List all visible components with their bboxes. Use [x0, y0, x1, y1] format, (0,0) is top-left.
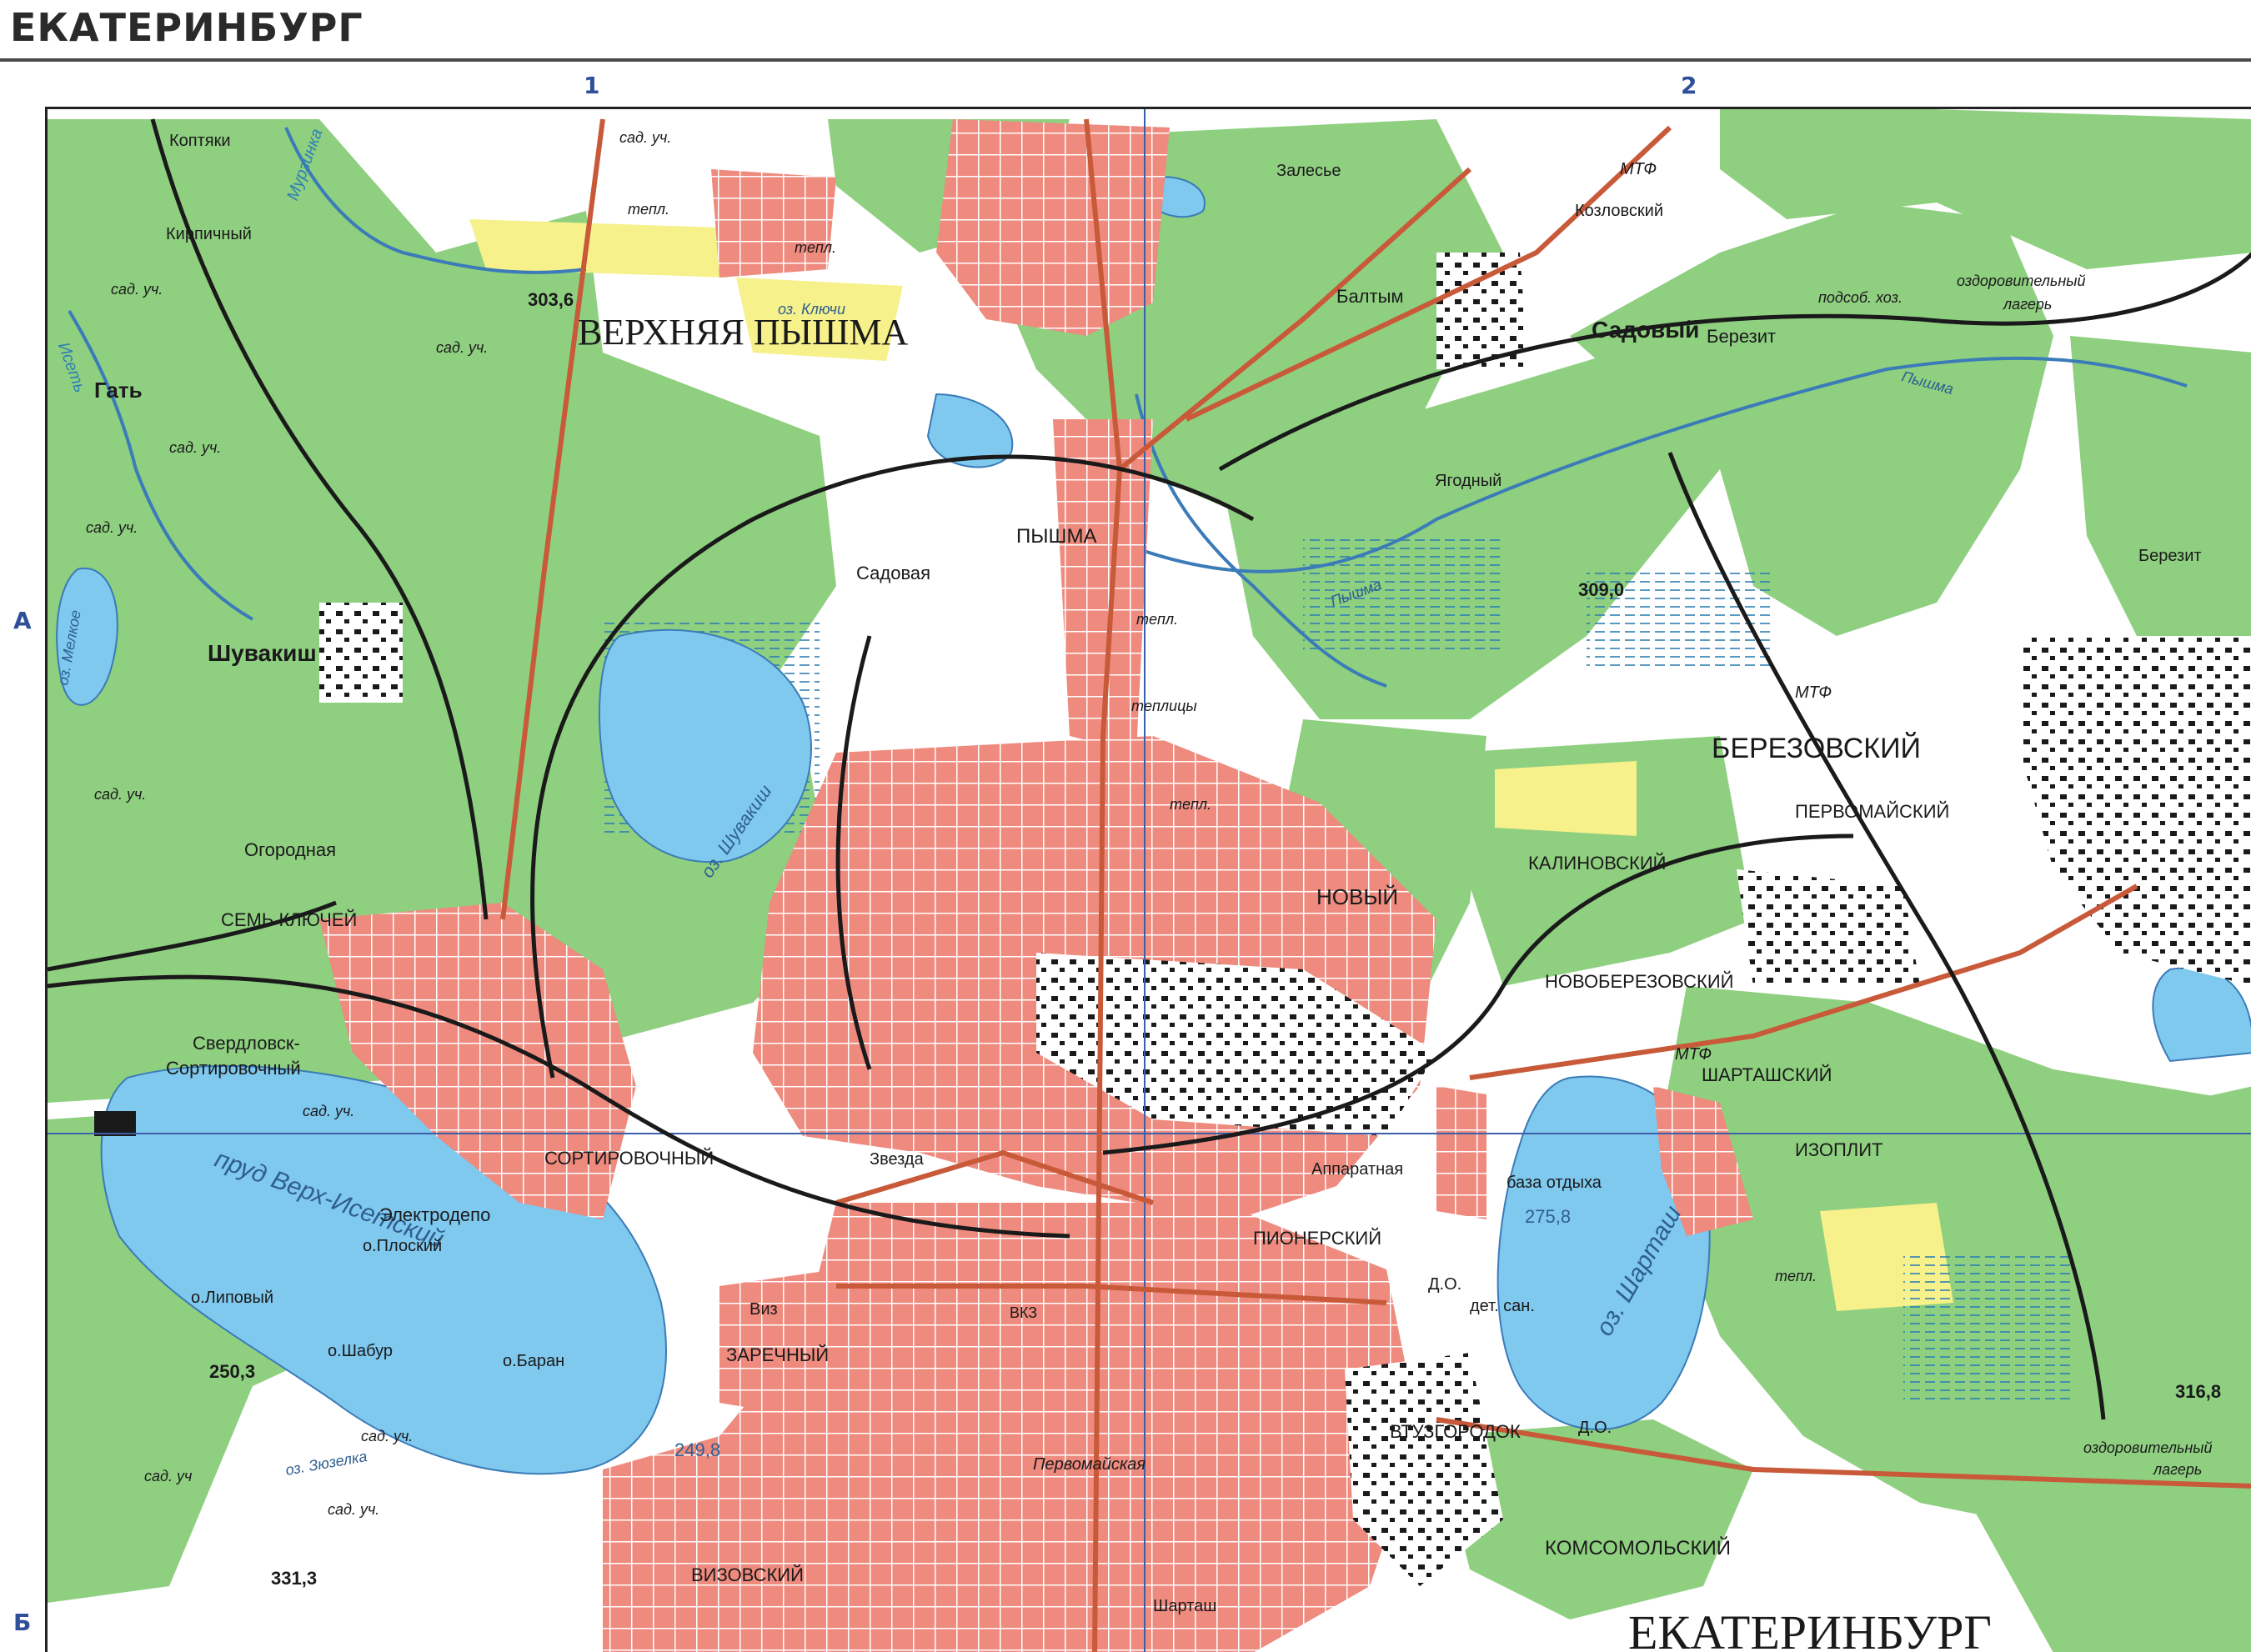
label-mtf-1: МТФ: [1620, 160, 1657, 178]
label-izoplit: ИЗОПЛИТ: [1795, 1139, 1883, 1160]
label-sadovaya: Садовая: [856, 563, 930, 583]
label-kirpichny: Кирпичный: [166, 225, 252, 243]
label-teppl-3: тепл.: [1136, 611, 1178, 628]
label-novoberezovsky: НОВОБЕРЕЗОВСКИЙ: [1545, 971, 1733, 992]
label-koptyaki: Коптяки: [169, 132, 231, 150]
label-o-lipovy: о.Липовый: [191, 1289, 273, 1307]
label-sortirovochny: СОРТИРОВОЧНЫЙ: [544, 1148, 714, 1169]
label-zvezda: Звезда: [870, 1150, 925, 1169]
label-sad-uch-8: сад. уч: [144, 1468, 192, 1484]
label-pervomayskaya: Первомайская: [1033, 1455, 1146, 1474]
label-height-331: 331,3: [271, 1568, 317, 1589]
label-height-303: 303,6: [528, 289, 574, 310]
label-sad-uch-2: сад. уч.: [169, 439, 221, 456]
map-title: ЕКАТЕРИНБУРГ: [10, 5, 363, 50]
label-sad-uch-9: сад. уч.: [328, 1501, 379, 1518]
top-rule: [0, 58, 2251, 62]
label-ozdorov-1: оздоровительный: [1957, 273, 2086, 289]
label-vkz: ВКЗ: [1010, 1304, 1037, 1321]
map-frame[interactable]: Коптяки Кирпичный Мурзинка сад. уч. сад.…: [45, 107, 2251, 1652]
label-gat: Гать: [94, 378, 143, 403]
label-sortirovochny-station: Сортировочный: [166, 1058, 301, 1079]
label-yagodny: Ягодный: [1435, 472, 1502, 490]
label-sad-uch-7: сад. уч.: [361, 1428, 413, 1444]
label-novy: НОВЫЙ: [1316, 884, 1398, 909]
label-sad-uch-6: сад. уч.: [303, 1103, 354, 1119]
label-height-309: 309,0: [1578, 579, 1624, 600]
topographic-map[interactable]: Коптяки Кирпичный Мурзинка сад. уч. сад.…: [48, 109, 2251, 1652]
label-shuvakish: Шувакиш: [208, 640, 317, 666]
label-teppl-5: тепл.: [1775, 1268, 1817, 1284]
label-klyuchi: оз. Ключи: [778, 301, 845, 318]
label-sad-uch-5: сад. уч.: [94, 786, 146, 803]
label-berezit-2: Березит: [2138, 547, 2202, 565]
label-do-2: Д.О.: [1578, 1419, 1612, 1437]
label-ozdorov-2: оздоровительный: [2083, 1439, 2213, 1456]
label-berezovsky: БЕРЕЗОВСКИЙ: [1712, 733, 1921, 764]
grid-row-a-left: А: [13, 607, 32, 634]
label-kozlovsky: Козловский: [1575, 202, 1663, 220]
label-elektrodepo: Электродепо: [379, 1204, 490, 1225]
label-baza-otdykha: база отдыха: [1507, 1174, 1602, 1192]
label-baltym: Балтым: [1336, 286, 1404, 307]
label-o-baran: о.Баран: [503, 1352, 564, 1370]
label-height-249: 249,8: [674, 1439, 720, 1460]
label-sverdlovsk-sort: Свердловск-: [193, 1033, 300, 1054]
label-height-316: 316,8: [2175, 1381, 2221, 1402]
label-sad-uch-3: сад. уч.: [86, 519, 138, 536]
grid-row-b-left: Б: [13, 1609, 32, 1636]
label-teppl-4: тепл.: [1170, 796, 1211, 813]
label-sadovy: Садовый: [1592, 317, 1699, 343]
label-pyshma-town: ПЫШМА: [1016, 525, 1097, 548]
label-pionersky: ПИОНЕРСКИЙ: [1253, 1228, 1381, 1249]
label-apparatnaya: Аппаратная: [1311, 1160, 1403, 1179]
label-verkhnyaya-pyshma: ВЕРХНЯЯ ПЫШМА: [578, 312, 908, 353]
label-sem-klyuchey: СЕМЬ КЛЮЧЕЙ: [221, 909, 357, 930]
label-sad-uch-4: сад. уч.: [436, 339, 488, 356]
label-pervomaysky: ПЕРВОМАЙСКИЙ: [1795, 801, 1949, 822]
label-o-shabur: о.Шабур: [328, 1342, 393, 1360]
label-berezit-1: Березит: [1707, 326, 1776, 347]
label-vtuzgorodok: ВТУЗГОРОДОК: [1390, 1421, 1521, 1442]
label-sad-uch-10: сад. уч.: [619, 129, 671, 146]
label-shartash-station: Шарташ: [1153, 1597, 1216, 1615]
label-komsomolsky: КОМСОМОЛЬСКИЙ: [1545, 1536, 1731, 1559]
label-ekaterinburg: ЕКАТЕРИНБУРГ: [1628, 1605, 1992, 1652]
label-lager-2: лагерь: [2153, 1461, 2202, 1478]
label-mtf-3: МТФ: [1675, 1045, 1712, 1064]
label-det-san: дет. сан.: [1470, 1297, 1535, 1315]
label-sad-uch-1: сад. уч.: [111, 281, 163, 298]
label-height-275: 275,8: [1525, 1206, 1571, 1227]
label-mtf-2: МТФ: [1795, 683, 1832, 702]
label-teppl-1: тепл.: [628, 201, 669, 218]
label-zalesye: Залесье: [1276, 162, 1341, 180]
label-height-250: 250,3: [209, 1361, 255, 1382]
label-teplitsy: теплицы: [1131, 698, 1197, 714]
label-shartashsky: ШАРТАШСКИЙ: [1702, 1064, 1832, 1085]
label-o-plosky: о.Плоский: [363, 1237, 442, 1255]
label-lager-1: лагерь: [2003, 296, 2052, 313]
grid-column-1: 1: [584, 72, 600, 99]
label-vizovsky: ВИЗОВСКИЙ: [691, 1564, 804, 1585]
label-do-1: Д.О.: [1428, 1275, 1461, 1294]
label-viz: Виз: [749, 1300, 778, 1319]
label-ogorodnaya: Огородная: [244, 839, 336, 860]
label-podsob: подсоб. хоз.: [1818, 289, 1903, 306]
label-zarechny: ЗАРЕЧНЫЙ: [726, 1344, 829, 1365]
label-teppl-2: тепл.: [795, 239, 836, 256]
label-kalinovsky: КАЛИНОВСКИЙ: [1528, 853, 1667, 874]
grid-column-2: 2: [1681, 72, 1697, 99]
